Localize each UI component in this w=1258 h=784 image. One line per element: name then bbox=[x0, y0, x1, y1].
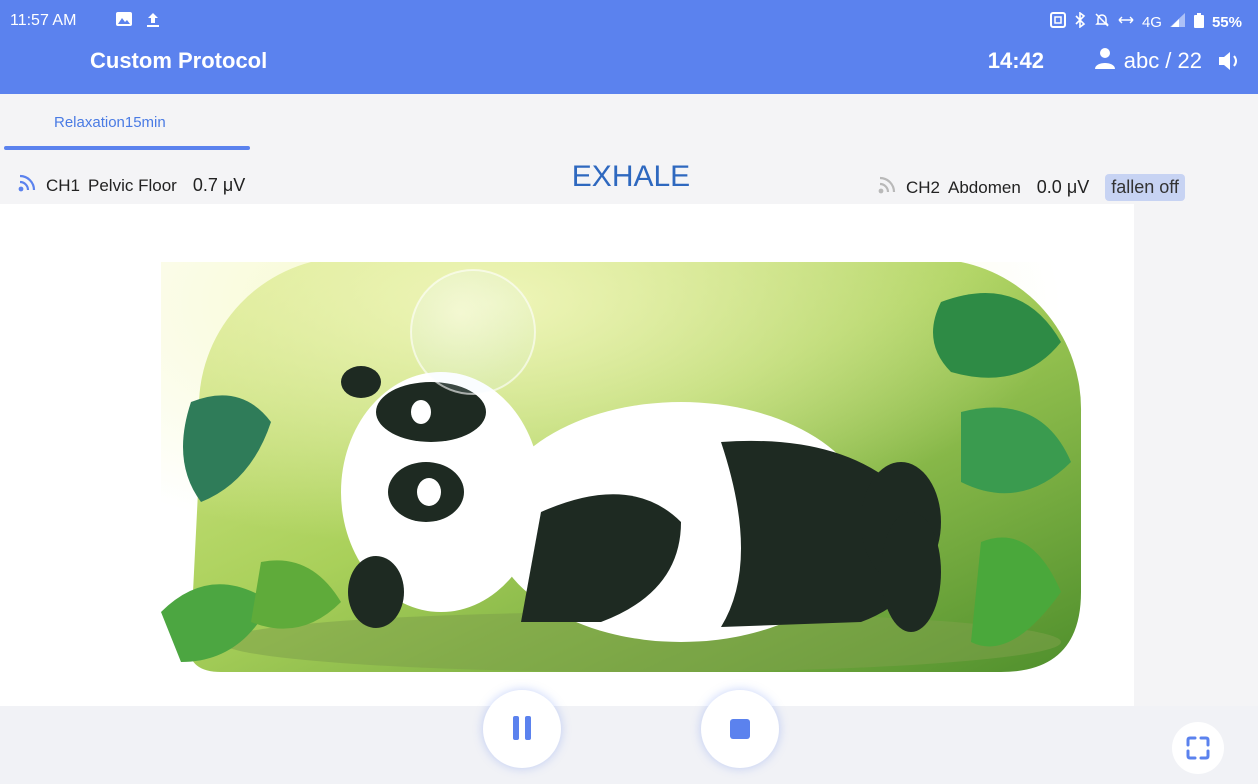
status-bar: 11:57 AM 4G 55% bbox=[0, 0, 1258, 40]
session-timer: 14:42 bbox=[987, 48, 1044, 73]
status-time: 11:57 AM bbox=[10, 12, 77, 29]
channel-location: Abdomen bbox=[948, 177, 1021, 197]
image-icon bbox=[116, 12, 132, 31]
user-info[interactable]: abc / 22 bbox=[1094, 47, 1202, 75]
fullscreen-icon bbox=[1186, 736, 1210, 765]
channel-value: 0.0 μV bbox=[1036, 177, 1090, 197]
user-icon bbox=[1094, 47, 1116, 75]
user-label: abc / 22 bbox=[1123, 48, 1202, 73]
upload-icon bbox=[146, 12, 160, 33]
network-type: 4G bbox=[1141, 13, 1162, 31]
tab-bar: Relaxation15min bbox=[0, 94, 1258, 152]
battery-icon bbox=[1193, 12, 1204, 32]
tab-active-indicator bbox=[4, 146, 250, 150]
nfc-icon bbox=[1049, 12, 1066, 32]
stop-icon bbox=[730, 719, 750, 739]
signal-icon bbox=[1169, 13, 1186, 31]
tab-relaxation15min[interactable]: Relaxation15min bbox=[4, 94, 250, 152]
control-bar bbox=[0, 706, 1258, 784]
pause-button[interactable] bbox=[483, 690, 561, 768]
channel-2-readout: CH2 Abdomen 0.0 μV fallen off bbox=[878, 174, 1185, 201]
channel-name: CH2 bbox=[906, 177, 941, 197]
tab-label: Relaxation15min bbox=[54, 114, 166, 131]
data-arrows-icon bbox=[1118, 13, 1134, 31]
battery-percent: 55% bbox=[1211, 13, 1242, 31]
mute-icon bbox=[1094, 12, 1110, 32]
bluetooth-icon bbox=[1074, 11, 1086, 32]
fullscreen-button[interactable] bbox=[1172, 722, 1224, 774]
app-bar: Custom Protocol 14:42 abc / 22 bbox=[0, 40, 1258, 94]
page-title: Custom Protocol bbox=[90, 48, 268, 73]
volume-icon[interactable] bbox=[1216, 49, 1244, 78]
stop-button[interactable] bbox=[701, 690, 779, 768]
signal-wave-icon bbox=[878, 176, 898, 199]
status-badge: fallen off bbox=[1105, 174, 1185, 201]
panda-illustration bbox=[161, 262, 1109, 674]
